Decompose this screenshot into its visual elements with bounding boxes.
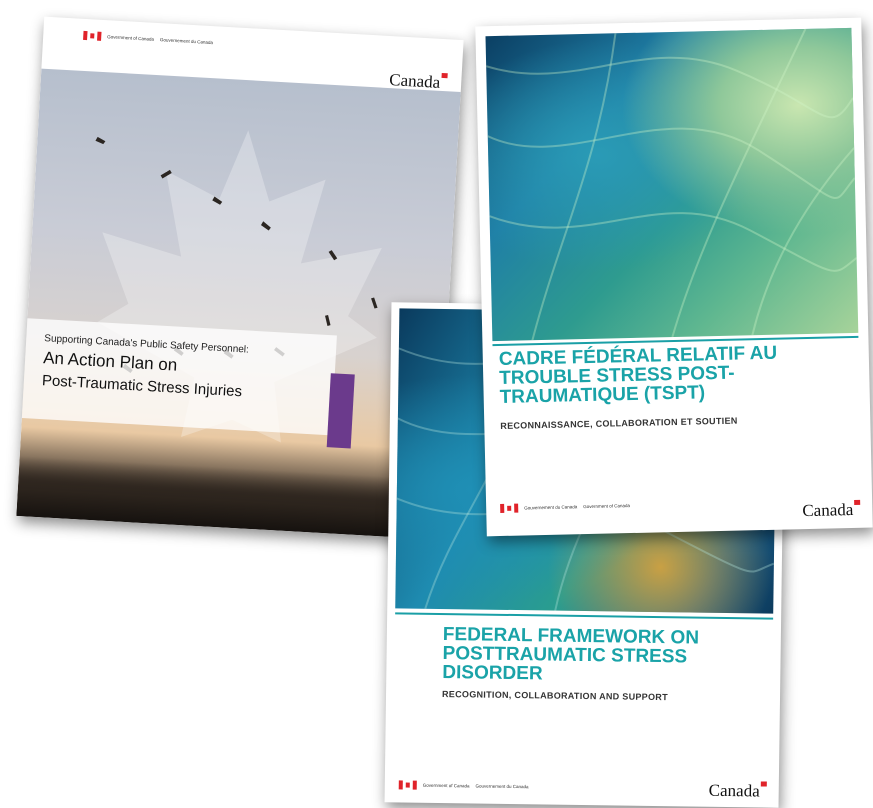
gov-signature: Government of Canada Gouvernement du Can… [83,30,214,47]
gov-fr-text: Gouvernement du Canada [159,37,214,46]
cover-title: CADRE FÉDÉRAL RELATIF AU TROUBLE STRESS … [498,342,778,408]
divider-line [395,612,774,620]
gov-en-text: Government of Canada [422,782,470,789]
cadre-federal-cover-fr: CADRE FÉDÉRAL RELATIF AU TROUBLE STRESS … [475,17,873,537]
cover-title: FEDERAL FRAMEWORK ON POSTTRAUMATIC STRES… [442,624,700,685]
gov-signature: Gouvernement du Canada Government of Can… [500,501,631,514]
canada-flag-icon [500,503,519,514]
accent-bar [326,373,355,449]
horizon-treeline [16,455,440,540]
canada-wordmark: Canada [709,781,767,802]
swirl-lines [485,28,858,341]
gov-fr-text: Gouvernement du Canada [524,504,578,511]
gov-signature: Government of Canada Gouvernement du Can… [398,780,529,791]
canada-flag-icon [83,30,102,41]
canada-flag-icon [398,780,417,790]
gov-en-text: Government of Canada [583,503,631,510]
canada-wordmark: Canada [802,499,861,521]
abstract-swirl-art [485,27,859,342]
cover-subtitle: RECONNAISSANCE, COLLABORATION ET SOUTIEN [500,415,738,431]
gov-fr-text: Gouvernement du Canada [475,783,529,790]
gov-en-text: Government of Canada [107,34,155,42]
cover-subtitle: RECOGNITION, COLLABORATION AND SUPPORT [441,689,668,703]
title-band: Supporting Canada's Public Safety Person… [21,318,337,436]
